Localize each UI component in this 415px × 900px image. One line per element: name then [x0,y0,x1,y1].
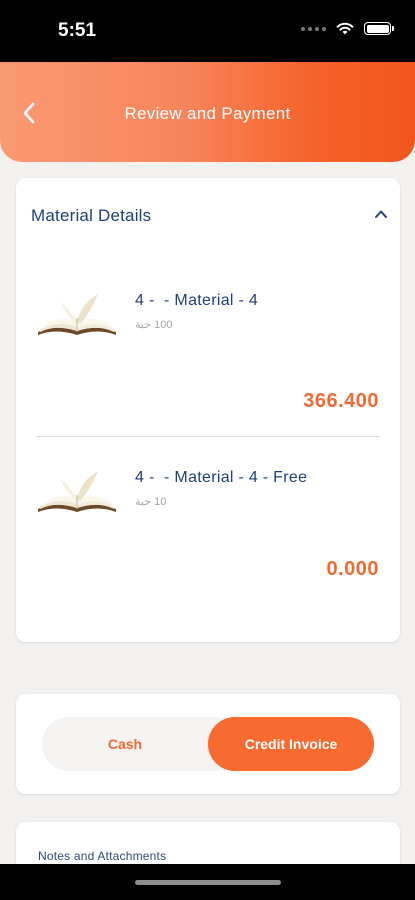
wifi-icon [336,22,354,35]
material-quantity: 100 حبة [135,319,173,331]
material-quantity: 10 حبة [135,496,167,508]
chevron-up-icon[interactable] [374,208,388,220]
material-details-card: Material Details 4 - - Material - 4 100 … [16,178,400,642]
payment-method-card: Cash Credit Invoice [16,694,400,794]
battery-icon [364,22,394,35]
material-price: 0.000 [326,558,379,580]
material-name: 4 - - Material - 4 - Free [135,469,308,486]
credit-invoice-option-button[interactable]: Credit Invoice [208,717,374,771]
notes-label: Notes and Attachments [38,849,167,863]
home-bar [0,864,415,900]
open-book-icon [38,294,116,335]
divider [36,436,380,437]
cash-option-button[interactable]: Cash [42,717,208,771]
header: Review and Payment [0,62,415,162]
page-title: Review and Payment [124,104,291,123]
home-indicator[interactable] [135,880,281,885]
signal-dots-icon [301,26,326,31]
payment-toggle: Cash Credit Invoice [42,717,374,771]
status-icons [301,22,394,35]
open-book-icon [38,471,116,512]
status-time: 5:51 [58,20,97,41]
section-title: Material Details [31,206,152,225]
material-item[interactable]: 4 - - Material - 4 - Free 10 حبة 0.000 [16,465,400,615]
material-item[interactable]: 4 - - Material - 4 100 حبة 366.400 [16,288,400,438]
material-name: 4 - - Material - 4 [135,292,259,309]
material-price: 366.400 [303,390,379,412]
status-bar: 5:51 [0,0,415,62]
